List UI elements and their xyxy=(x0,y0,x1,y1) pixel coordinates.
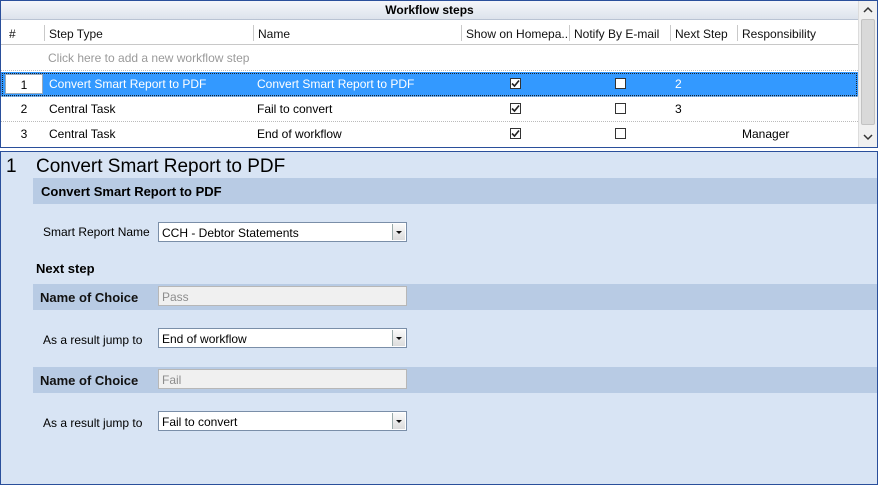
show-on-homepage-checkbox[interactable] xyxy=(510,78,521,89)
column-header-next-step[interactable]: Next Step xyxy=(671,20,737,44)
section-title: Convert Smart Report to PDF xyxy=(41,184,222,199)
show-on-homepage-checkbox[interactable] xyxy=(510,103,521,114)
column-header-number[interactable]: # xyxy=(5,20,43,44)
jump-to-dropdown[interactable]: End of workflow xyxy=(158,328,407,348)
jump-to-label: As a result jump to xyxy=(43,416,143,430)
row-number: 1 xyxy=(5,74,43,94)
cell-step-type: Central Task xyxy=(49,127,116,141)
checkmark-icon xyxy=(511,79,520,88)
step-detail-panel: 1 Convert Smart Report to PDF Convert Sma… xyxy=(0,151,878,485)
cell-name: End of workflow xyxy=(257,127,342,141)
name-of-choice-value: Pass xyxy=(162,290,189,304)
jump-to-value: Fail to convert xyxy=(162,415,238,429)
notify-by-email-checkbox[interactable] xyxy=(615,78,626,89)
name-of-choice-field[interactable]: Pass xyxy=(158,286,407,306)
workflow-steps-grid: Workflow steps # Step Type Name Show on … xyxy=(0,0,878,148)
smart-report-name-value: CCH - Debtor Statements xyxy=(162,226,299,240)
chevron-down-icon[interactable] xyxy=(392,224,405,240)
column-header-show-on-homepage[interactable]: Show on Homepa... xyxy=(462,20,569,44)
jump-to-dropdown[interactable]: Fail to convert xyxy=(158,411,407,431)
cell-name: Convert Smart Report to PDF xyxy=(257,77,415,91)
grid-vertical-scrollbar[interactable] xyxy=(858,1,877,147)
name-of-choice-field[interactable]: Fail xyxy=(158,369,407,389)
column-header-responsibility[interactable]: Responsibility xyxy=(738,20,858,44)
scroll-up-arrow-icon[interactable] xyxy=(861,3,875,17)
jump-to-value: End of workflow xyxy=(162,332,247,346)
table-row[interactable]: 2 Central Task Fail to convert 3 xyxy=(1,97,858,122)
scrollbar-thumb[interactable] xyxy=(861,19,875,125)
step-heading: 1 Convert Smart Report to PDF xyxy=(6,156,285,178)
checkmark-icon xyxy=(511,129,520,138)
notify-by-email-checkbox[interactable] xyxy=(615,128,626,139)
section-band: Convert Smart Report to PDF xyxy=(33,178,877,204)
scroll-down-arrow-icon[interactable] xyxy=(861,130,875,144)
column-header-notify-by-email[interactable]: Notify By E-mail xyxy=(570,20,670,44)
row-number: 2 xyxy=(20,102,28,116)
grid-header-row: # Step Type Name Show on Homepa... Notif… xyxy=(1,20,858,45)
cell-next-step: 2 xyxy=(675,77,682,91)
column-header-name[interactable]: Name xyxy=(254,20,461,44)
cell-responsibility: Manager xyxy=(742,127,790,141)
smart-report-name-label: Smart Report Name xyxy=(43,225,150,239)
notify-by-email-checkbox[interactable] xyxy=(615,103,626,114)
cell-name: Fail to convert xyxy=(257,102,333,116)
add-new-step-row[interactable]: Click here to add a new workflow step xyxy=(1,45,858,71)
name-of-choice-label: Name of Choice xyxy=(40,373,139,388)
name-of-choice-label: Name of Choice xyxy=(40,290,139,305)
show-on-homepage-checkbox[interactable] xyxy=(510,128,521,139)
table-row[interactable]: 3 Central Task End of workflow Manager xyxy=(1,122,858,146)
chevron-down-icon[interactable] xyxy=(392,330,405,346)
table-row[interactable]: 1 Convert Smart Report to PDF Convert Sm… xyxy=(1,72,858,97)
jump-to-label: As a result jump to xyxy=(43,333,143,347)
cell-step-type: Central Task xyxy=(49,102,116,116)
step-number: 1 xyxy=(6,156,17,177)
next-step-heading: Next step xyxy=(36,261,95,276)
checkmark-icon xyxy=(511,104,520,113)
cell-next-step: 3 xyxy=(675,102,682,116)
column-header-step-type[interactable]: Step Type xyxy=(45,20,253,44)
cell-step-type: Convert Smart Report to PDF xyxy=(49,77,207,91)
grid-title: Workflow steps xyxy=(1,1,858,20)
name-of-choice-value: Fail xyxy=(162,373,182,387)
smart-report-name-dropdown[interactable]: CCH - Debtor Statements xyxy=(158,222,407,242)
row-number: 3 xyxy=(20,127,28,141)
add-new-step-placeholder: Click here to add a new workflow step xyxy=(48,51,250,65)
chevron-down-icon[interactable] xyxy=(392,413,405,429)
step-title: Convert Smart Report to PDF xyxy=(36,156,286,177)
